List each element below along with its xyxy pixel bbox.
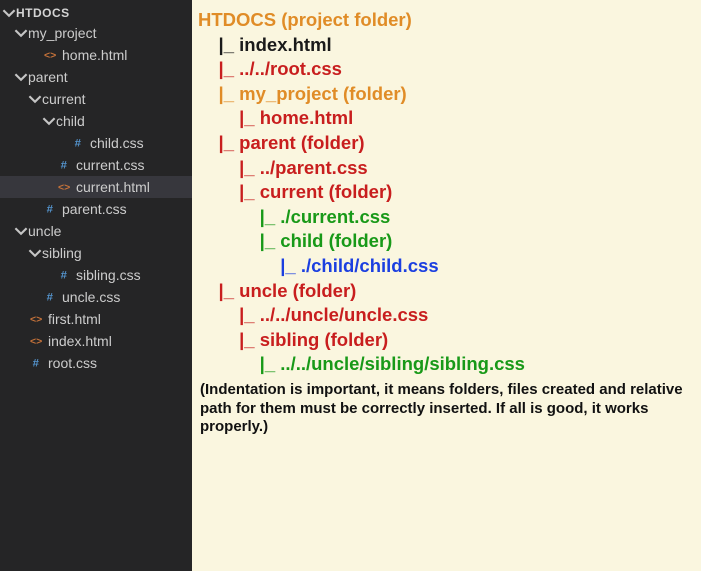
file-item-root.css[interactable]: # root.css [0,352,192,374]
file-item-uncle.css[interactable]: # uncle.css [0,286,192,308]
svg-text:<>: <> [58,182,70,194]
tree-item-label: child.css [90,135,188,151]
chevron-down-icon [14,224,28,238]
css-file-icon: # [56,268,74,282]
svg-text:<>: <> [30,314,42,326]
chevron-down-icon [28,92,42,106]
diagram-line: |_ ../parent.css [198,156,697,181]
tree-item-label: root.css [48,355,188,371]
tree-item-label: current.html [76,179,188,195]
tree-item-label: sibling [42,245,188,261]
diagram-line: |_ ./current.css [198,205,697,230]
html-file-icon: <> [56,180,74,194]
chevron-down-icon [14,70,28,84]
tree-item-label: my_project [28,25,188,41]
diagram-line: |_ current (folder) [198,180,697,205]
diagram-line: |_ child (folder) [198,229,697,254]
css-file-icon: # [42,202,60,216]
svg-text:<>: <> [44,50,56,62]
tree-item-label: first.html [48,311,188,327]
css-file-icon: # [28,356,46,370]
html-file-icon: <> [28,312,46,326]
file-item-current.html[interactable]: <> current.html [0,176,192,198]
file-explorer-sidebar: HTDOCS my_project <> home.html parent curren… [0,0,192,571]
svg-text:#: # [47,204,54,216]
svg-text:#: # [61,160,68,172]
diagram-line: |_ uncle (folder) [198,279,697,304]
diagram-line: HTDOCS (project folder) [198,8,697,33]
tree-item-label: parent.css [62,201,188,217]
explorer-root-label: HTDOCS [16,6,186,20]
file-item-current.css[interactable]: # current.css [0,154,192,176]
tree-item-label: uncle.css [62,289,188,305]
folder-item-parent[interactable]: parent [0,66,192,88]
diagram-line: |_ sibling (folder) [198,328,697,353]
diagram-line: |_ ./child/child.css [198,254,697,279]
html-file-icon: <> [42,48,60,62]
folder-item-my_project[interactable]: my_project [0,22,192,44]
folder-item-child[interactable]: child [0,110,192,132]
chevron-down-icon [2,6,16,20]
file-item-sibling.css[interactable]: # sibling.css [0,264,192,286]
diagram-line: |_ ../../uncle/sibling/sibling.css [198,352,697,377]
tree-item-label: home.html [62,47,188,63]
file-item-child.css[interactable]: # child.css [0,132,192,154]
folder-item-sibling[interactable]: sibling [0,242,192,264]
tree-item-label: child [56,113,188,129]
tree-item-label: sibling.css [76,267,188,283]
diagram-line: |_ parent (folder) [198,131,697,156]
file-item-parent.css[interactable]: # parent.css [0,198,192,220]
diagram-line: |_ ../../root.css [198,57,697,82]
diagram-line: |_ index.html [198,33,697,58]
folder-item-uncle[interactable]: uncle [0,220,192,242]
tree-item-label: uncle [28,223,188,239]
tree-item-label: parent [28,69,188,85]
chevron-down-icon [28,246,42,260]
tree-item-label: index.html [48,333,188,349]
chevron-down-icon [42,114,56,128]
tree-item-label: current.css [76,157,188,173]
css-file-icon: # [56,158,74,172]
tree-item-label: current [42,91,188,107]
svg-text:#: # [47,292,54,304]
diagram-line: |_ ../../uncle/uncle.css [198,303,697,328]
svg-text:#: # [61,270,68,282]
file-item-home.html[interactable]: <> home.html [0,44,192,66]
css-file-icon: # [42,290,60,304]
file-item-first.html[interactable]: <> first.html [0,308,192,330]
explorer-root-header[interactable]: HTDOCS [0,4,192,22]
svg-text:#: # [33,358,40,370]
file-item-index.html[interactable]: <> index.html [0,330,192,352]
css-file-icon: # [70,136,88,150]
svg-text:#: # [75,138,82,150]
diagram-note: (Indentation is important, it means fold… [198,377,697,437]
folder-item-current[interactable]: current [0,88,192,110]
html-file-icon: <> [28,334,46,348]
diagram-line: |_ my_project (folder) [198,82,697,107]
diagram-panel: HTDOCS (project folder) |_ index.html |_… [192,0,701,571]
diagram-line: |_ home.html [198,106,697,131]
svg-text:<>: <> [30,336,42,348]
chevron-down-icon [14,26,28,40]
